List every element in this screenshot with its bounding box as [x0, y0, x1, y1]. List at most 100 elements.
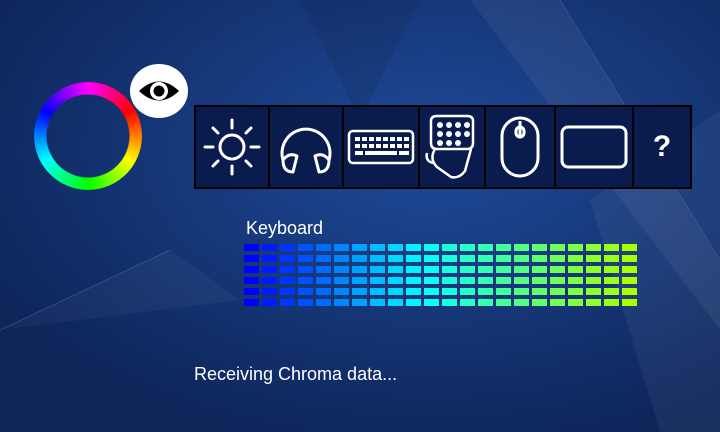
- led-cell: [388, 266, 403, 273]
- led-cell: [370, 299, 385, 306]
- led-cell: [406, 288, 421, 295]
- led-cell: [280, 288, 295, 295]
- led-cell: [460, 266, 475, 273]
- led-cell: [370, 277, 385, 284]
- led-cell: [262, 266, 277, 273]
- led-cell: [622, 288, 637, 295]
- led-cell: [424, 299, 439, 306]
- led-cell: [406, 277, 421, 284]
- led-cell: [280, 277, 295, 284]
- led-cell: [442, 244, 457, 251]
- led-cell: [550, 288, 565, 295]
- led-cell: [604, 244, 619, 251]
- led-cell: [424, 255, 439, 262]
- led-cell: [442, 255, 457, 262]
- eye-icon[interactable]: [130, 64, 188, 118]
- status-text: Receiving Chroma data...: [194, 364, 398, 384]
- led-cell: [586, 266, 601, 273]
- led-cell: [370, 244, 385, 251]
- mouse-icon[interactable]: [486, 107, 556, 187]
- led-cell: [568, 288, 583, 295]
- led-cell: [244, 288, 259, 295]
- led-cell: [586, 288, 601, 295]
- led-cell: [622, 255, 637, 262]
- led-cell: [262, 299, 277, 306]
- led-cell: [604, 299, 619, 306]
- led-cell: [406, 244, 421, 251]
- mousepad-icon[interactable]: [556, 107, 634, 187]
- led-cell: [532, 266, 547, 273]
- led-cell: [460, 299, 475, 306]
- led-cell: [532, 288, 547, 295]
- led-cell: [262, 255, 277, 262]
- led-cell: [622, 299, 637, 306]
- led-cell: [280, 244, 295, 251]
- led-cell: [514, 277, 529, 284]
- led-cell: [424, 277, 439, 284]
- led-cell: [550, 244, 565, 251]
- led-cell: [262, 288, 277, 295]
- help-icon[interactable]: ?: [634, 107, 690, 187]
- led-cell: [244, 277, 259, 284]
- led-cell: [514, 299, 529, 306]
- headset-icon[interactable]: [270, 107, 344, 187]
- led-cell: [388, 299, 403, 306]
- led-cell: [532, 299, 547, 306]
- led-cell: [262, 244, 277, 251]
- led-cell: [622, 266, 637, 273]
- led-cell: [424, 288, 439, 295]
- led-cell: [352, 288, 367, 295]
- led-cell: [532, 255, 547, 262]
- led-cell: [316, 288, 331, 295]
- led-cell: [478, 244, 493, 251]
- led-cell: [478, 266, 493, 273]
- led-cell: [496, 255, 511, 262]
- device-toolbar: ?: [194, 105, 692, 189]
- led-cell: [316, 255, 331, 262]
- led-cell: [424, 244, 439, 251]
- led-cell: [244, 255, 259, 262]
- led-cell: [244, 266, 259, 273]
- led-cell: [298, 277, 313, 284]
- led-cell: [550, 299, 565, 306]
- led-cell: [352, 255, 367, 262]
- led-cell: [532, 244, 547, 251]
- led-cell: [388, 244, 403, 251]
- led-cell: [406, 255, 421, 262]
- led-cell: [442, 277, 457, 284]
- led-cell: [550, 255, 565, 262]
- led-cell: [388, 277, 403, 284]
- led-cell: [334, 244, 349, 251]
- help-label: ?: [652, 130, 672, 163]
- led-cell: [442, 299, 457, 306]
- led-cell: [604, 277, 619, 284]
- led-cell: [406, 299, 421, 306]
- led-cell: [514, 288, 529, 295]
- led-cell: [514, 244, 529, 251]
- led-cell: [244, 299, 259, 306]
- led-cell: [298, 288, 313, 295]
- sun-icon[interactable]: [196, 107, 270, 187]
- keypad-icon[interactable]: [420, 107, 486, 187]
- led-cell: [352, 244, 367, 251]
- led-cell: [496, 288, 511, 295]
- led-cell: [370, 288, 385, 295]
- led-cell: [622, 277, 637, 284]
- led-cell: [280, 255, 295, 262]
- led-cell: [550, 266, 565, 273]
- led-cell: [352, 266, 367, 273]
- led-cell: [514, 255, 529, 262]
- led-cell: [334, 288, 349, 295]
- led-cell: [568, 255, 583, 262]
- led-cell: [532, 277, 547, 284]
- color-wheel-icon[interactable]: [34, 82, 142, 190]
- led-cell: [316, 244, 331, 251]
- keyboard-icon[interactable]: [344, 107, 420, 187]
- led-cell: [604, 266, 619, 273]
- led-cell: [298, 266, 313, 273]
- led-cell: [406, 266, 421, 273]
- led-cell: [604, 255, 619, 262]
- led-cell: [460, 244, 475, 251]
- led-cell: [568, 244, 583, 251]
- led-cell: [568, 266, 583, 273]
